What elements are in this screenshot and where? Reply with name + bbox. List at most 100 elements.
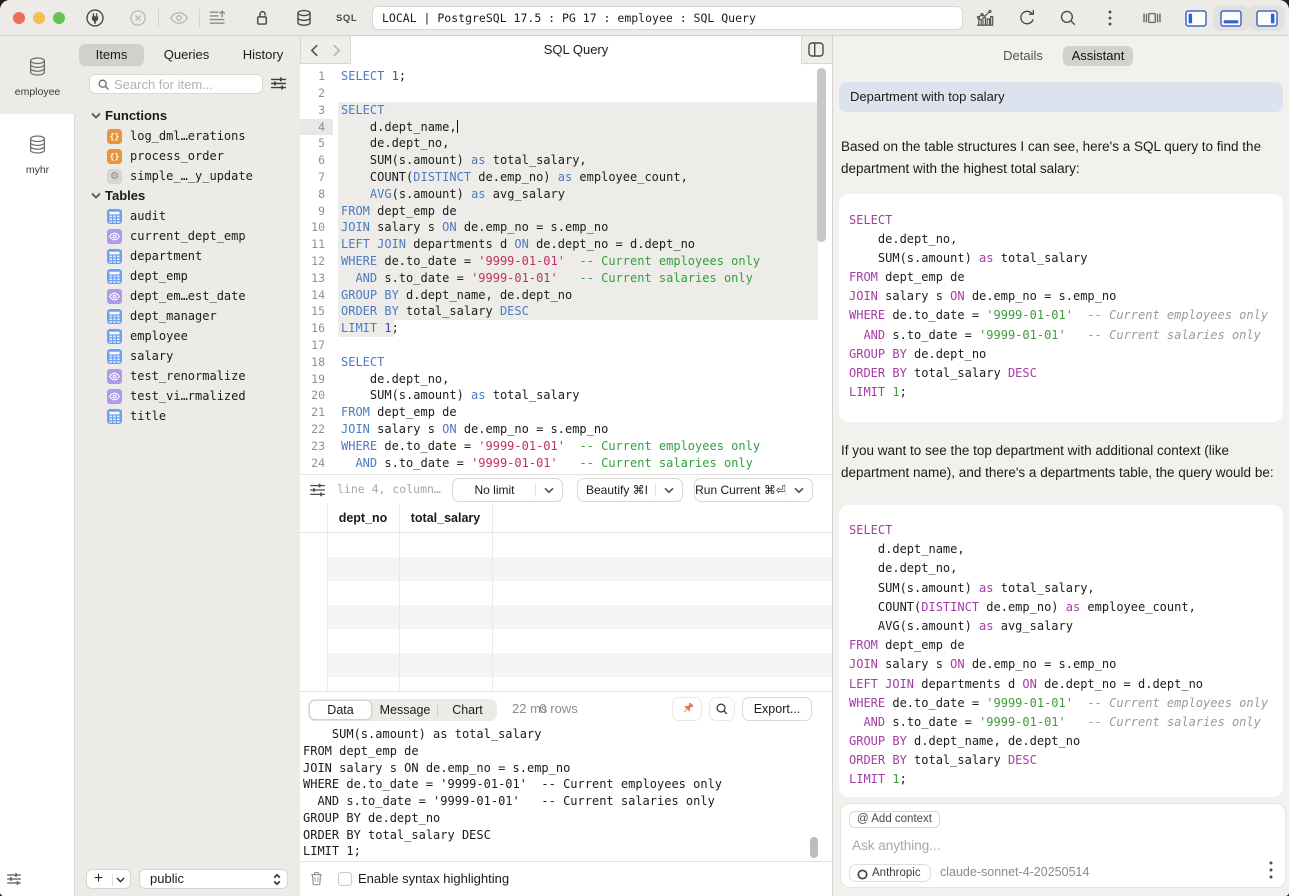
- schema-select[interactable]: public: [139, 869, 288, 889]
- tree-item-log-dml-erations[interactable]: {}log_dml…erations: [75, 126, 300, 146]
- editor-settings-icon[interactable]: [309, 482, 326, 498]
- tree-item-test-vi-rmalized[interactable]: test_vi…rmalized: [75, 386, 300, 406]
- result-row[interactable]: [327, 557, 832, 581]
- unlock-icon[interactable]: [251, 7, 273, 29]
- run-current-button[interactable]: Run Current ⌘⏎: [694, 478, 813, 502]
- query-log[interactable]: SUM(s.amount) as total_salaryFROM dept_e…: [300, 726, 832, 861]
- editor-line-18[interactable]: 18SELECT: [300, 354, 832, 371]
- minimize-button[interactable]: [33, 12, 45, 24]
- result-row[interactable]: [327, 653, 832, 677]
- editor-line-5[interactable]: 5 de.dept_no,: [300, 135, 832, 152]
- editor-line-16[interactable]: 16LIMIT 1;: [300, 320, 832, 337]
- result-row[interactable]: [327, 629, 832, 653]
- editor-line-22[interactable]: 22JOIN salary s ON de.emp_no = s.emp_no: [300, 421, 832, 438]
- tab-sql-query[interactable]: SQL Query: [350, 36, 802, 65]
- result-row[interactable]: [327, 533, 832, 557]
- tree-item-employee[interactable]: employee: [75, 326, 300, 346]
- editor-line-24[interactable]: 24 AND s.to_date = '9999-01-01' -- Curre…: [300, 455, 832, 472]
- composer-input-placeholder[interactable]: Ask anything...: [852, 838, 941, 853]
- tree-item-salary[interactable]: salary: [75, 346, 300, 366]
- split-editor-icon[interactable]: [808, 42, 824, 57]
- nav-back-icon[interactable]: [310, 44, 319, 57]
- plug-connection-icon[interactable]: [84, 7, 106, 29]
- tree-section-functions[interactable]: Functions: [75, 106, 300, 126]
- editor-line-23[interactable]: 23WHERE de.to_date = '9999-01-01' -- Cur…: [300, 438, 832, 455]
- beautify-button[interactable]: Beautify ⌘I: [577, 478, 683, 502]
- editor-line-21[interactable]: 21FROM dept_emp de: [300, 404, 832, 421]
- conversation-title-banner[interactable]: Department with top salary: [839, 82, 1283, 112]
- sql-code-block-1[interactable]: SELECT de.dept_no, SUM(s.amount) as tota…: [839, 194, 1283, 422]
- tab-data[interactable]: Data: [309, 700, 372, 720]
- syntax-highlight-checkbox[interactable]: [338, 872, 352, 886]
- search-results-button[interactable]: [709, 697, 735, 721]
- tree-item-process-order[interactable]: {}process_order: [75, 146, 300, 166]
- item-search-input[interactable]: Search for item...: [89, 74, 263, 94]
- toggle-left-panel-button[interactable]: [1178, 5, 1214, 31]
- result-row[interactable]: [327, 605, 832, 629]
- editor-line-9[interactable]: 9FROM dept_emp de: [300, 203, 832, 220]
- connection-myhr[interactable]: myhr: [0, 114, 75, 192]
- tab-assistant[interactable]: Assistant: [1063, 46, 1133, 66]
- editor-line-20[interactable]: 20 SUM(s.amount) as total_salary: [300, 387, 832, 404]
- add-context-chip[interactable]: @ Add context: [849, 811, 940, 828]
- trash-icon[interactable]: [308, 870, 325, 888]
- chart-icon[interactable]: [974, 7, 996, 29]
- more-kebab-icon[interactable]: [1099, 7, 1121, 29]
- composer-menu-icon[interactable]: [1269, 861, 1273, 883]
- search-icon[interactable]: [1057, 7, 1079, 29]
- editor-line-4[interactable]: 4 d.dept_name,: [300, 119, 832, 136]
- editor-line-8[interactable]: 8 AVG(s.amount) as avg_salary: [300, 186, 832, 203]
- open-log-icon[interactable]: [207, 7, 229, 29]
- tree-section-tables[interactable]: Tables: [75, 186, 300, 206]
- editor-line-1[interactable]: 1SELECT 1;: [300, 68, 832, 85]
- editor-line-6[interactable]: 6 SUM(s.amount) as total_salary,: [300, 152, 832, 169]
- tab-details[interactable]: Details: [993, 46, 1053, 66]
- log-scrollbar[interactable]: [810, 837, 818, 858]
- editor-line-7[interactable]: 7 COUNT(DISTINCT de.emp_no) as employee_…: [300, 169, 832, 186]
- tree-item-department[interactable]: department: [75, 246, 300, 266]
- assistant-composer[interactable]: @ Add context Ask anything... Anthropic …: [840, 803, 1286, 888]
- editor-line-12[interactable]: 12WHERE de.to_date = '9999-01-01' -- Cur…: [300, 253, 832, 270]
- tab-chart[interactable]: Chart: [439, 699, 496, 721]
- toggle-right-panel-button[interactable]: [1249, 5, 1285, 31]
- tree-item-dept-emp[interactable]: dept_emp: [75, 266, 300, 286]
- tree-item-simple-y-update[interactable]: ⚙simple_…_y_update: [75, 166, 300, 186]
- editor-line-14[interactable]: 14GROUP BY d.dept_name, de.dept_no: [300, 287, 832, 304]
- database-icon[interactable]: [293, 7, 315, 29]
- tree-item-dept-em-est-date[interactable]: dept_em…est_date: [75, 286, 300, 306]
- editor-line-10[interactable]: 10JOIN salary s ON de.emp_no = s.emp_no: [300, 219, 832, 236]
- window-layout-icon[interactable]: [1141, 7, 1163, 29]
- reload-icon[interactable]: [1016, 7, 1038, 29]
- editor-line-13[interactable]: 13 AND s.to_date = '9999-01-01' -- Curre…: [300, 270, 832, 287]
- tab-queries[interactable]: Queries: [155, 44, 218, 66]
- pin-result-button[interactable]: [672, 697, 702, 721]
- tree-item-test-renormalize[interactable]: test_renormalize: [75, 366, 300, 386]
- zoom-button[interactable]: [53, 12, 65, 24]
- tree-item-title[interactable]: title: [75, 406, 300, 426]
- eye-preview-icon[interactable]: [168, 7, 190, 29]
- tab-history[interactable]: History: [231, 44, 295, 66]
- result-row[interactable]: [327, 581, 832, 605]
- tab-items[interactable]: Items: [79, 44, 144, 66]
- add-item-button[interactable]: +: [86, 869, 131, 889]
- editor-line-17[interactable]: 17: [300, 337, 832, 354]
- nav-forward-icon[interactable]: [332, 44, 341, 57]
- limit-dropdown[interactable]: No limit: [452, 478, 563, 502]
- editor-line-2[interactable]: 2: [300, 85, 832, 102]
- sql-code-block-2[interactable]: SELECT d.dept_name, de.dept_no, SUM(s.am…: [839, 505, 1283, 797]
- toggle-bottom-panel-button[interactable]: [1213, 5, 1249, 31]
- editor-line-3[interactable]: 3SELECT: [300, 102, 832, 119]
- close-button[interactable]: [13, 12, 25, 24]
- provider-selector[interactable]: Anthropic: [849, 864, 931, 882]
- connection-employee[interactable]: employee: [0, 36, 75, 114]
- editor-line-11[interactable]: 11LEFT JOIN departments d ON de.dept_no …: [300, 236, 832, 253]
- disconnect-icon[interactable]: [127, 7, 149, 29]
- connection-title-field[interactable]: LOCAL | PostgreSQL 17.5 : PG 17 : employ…: [372, 6, 963, 30]
- column-header-dept-no[interactable]: dept_no: [327, 503, 399, 533]
- column-header-total-salary[interactable]: total_salary: [399, 503, 492, 533]
- tree-item-audit[interactable]: audit: [75, 206, 300, 226]
- filter-sliders-icon[interactable]: [270, 75, 287, 92]
- editor-scrollbar[interactable]: [817, 68, 826, 242]
- editor-line-19[interactable]: 19 de.dept_no,: [300, 371, 832, 388]
- tree-item-dept-manager[interactable]: dept_manager: [75, 306, 300, 326]
